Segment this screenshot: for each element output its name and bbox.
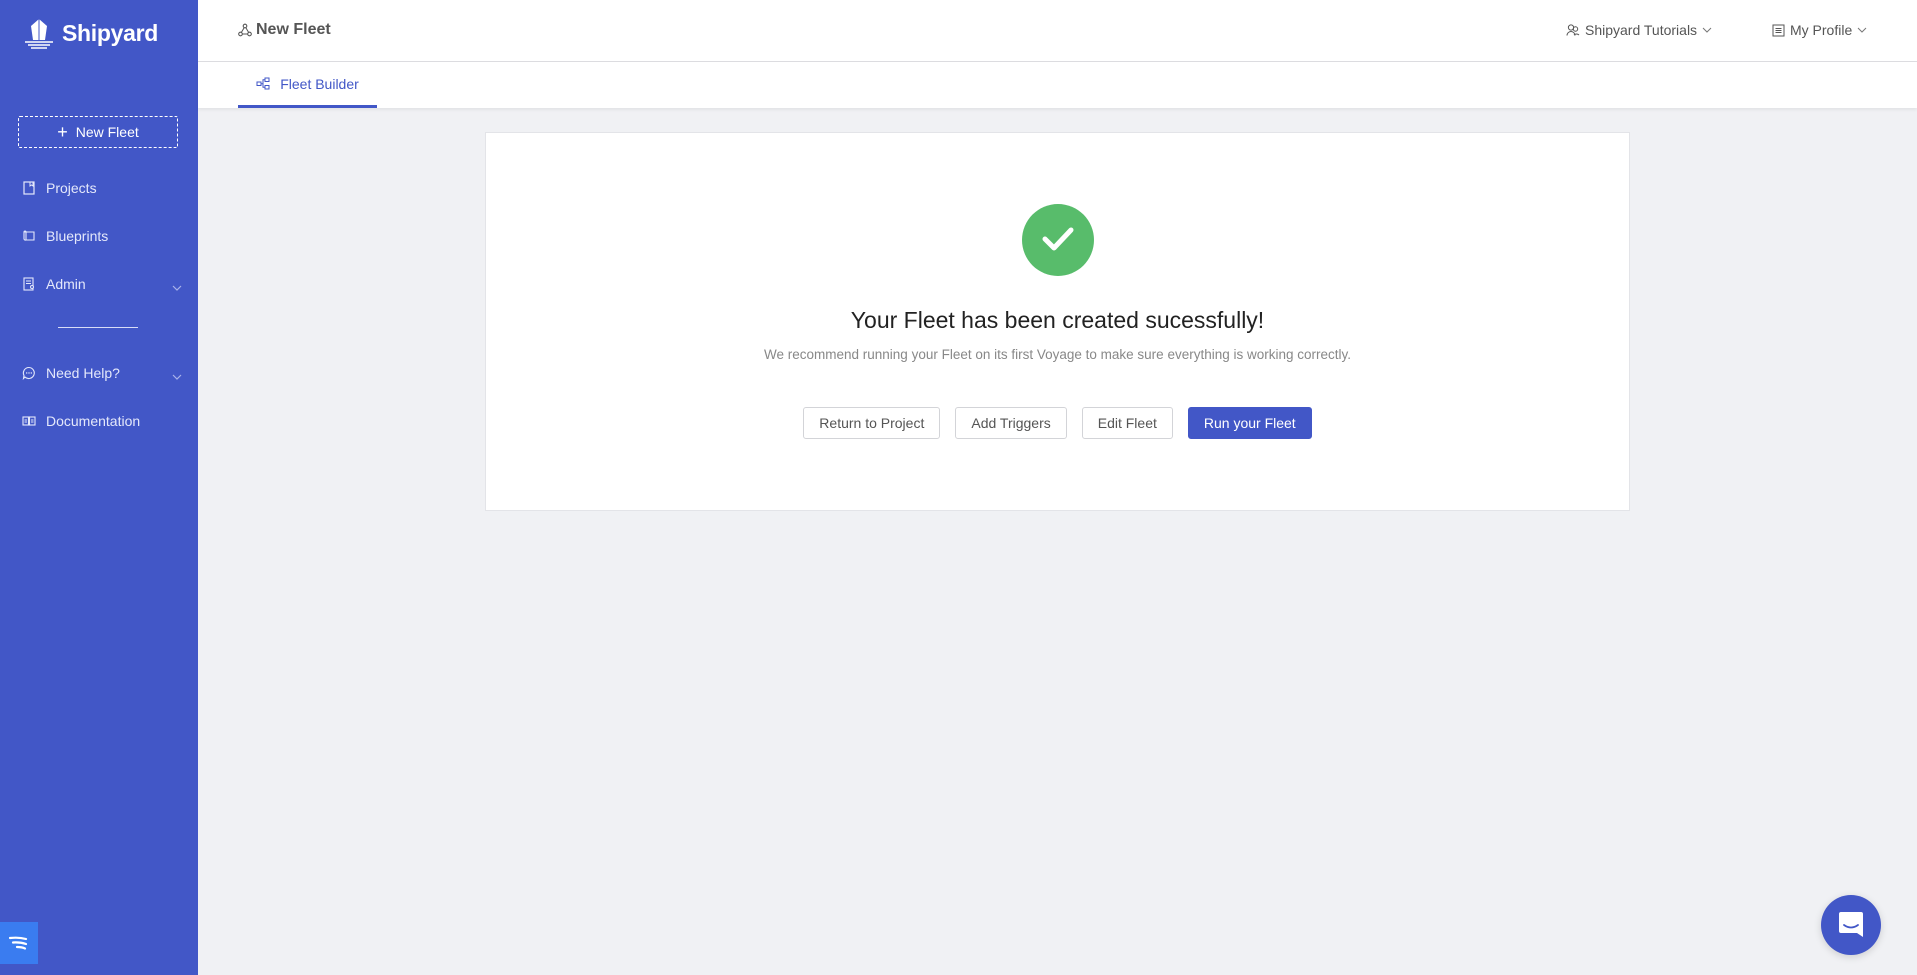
sidebar-item-projects[interactable]: Projects [22, 176, 182, 200]
org-menu[interactable]: Shipyard Tutorials [1566, 22, 1712, 38]
fleet-builder-icon [256, 77, 270, 90]
sidebar-item-label: Blueprints [46, 228, 109, 244]
profile-card-icon [1772, 24, 1785, 36]
widget-launcher-button[interactable] [0, 922, 38, 964]
profile-menu[interactable]: My Profile [1772, 22, 1867, 38]
shipyard-logo[interactable]: Shipyard [22, 16, 158, 50]
ship-icon [25, 19, 53, 49]
profile-menu-label: My Profile [1790, 22, 1853, 38]
chevron-down-icon [1857, 27, 1867, 33]
plus-icon: + [57, 122, 68, 142]
success-headline: Your Fleet has been created sucessfully! [850, 307, 1265, 333]
edit-fleet-button[interactable]: Edit Fleet [1081, 407, 1173, 439]
action-buttons: Return to Project Add Triggers Edit Flee… [486, 407, 1629, 439]
open-book-icon [22, 414, 36, 428]
sidebar-item-label: Projects [46, 180, 97, 196]
admin-icon [22, 277, 36, 291]
org-menu-label: Shipyard Tutorials [1585, 22, 1698, 38]
run-fleet-button[interactable]: Run your Fleet [1187, 407, 1312, 439]
users-icon [1566, 24, 1580, 36]
brand-name: Shipyard [62, 19, 159, 46]
sidebar-item-label: Admin [46, 276, 86, 292]
scroll-icon [22, 229, 36, 243]
page-title: New Fleet [238, 21, 331, 39]
chat-support-button[interactable] [1821, 895, 1881, 955]
sidebar-item-label: Documentation [46, 413, 141, 429]
chevron-down-icon [1702, 27, 1712, 33]
page-title-text: New Fleet [256, 21, 331, 38]
sidebar-item-label: Need Help? [46, 365, 120, 381]
sidebar-item-need-help[interactable]: Need Help? [22, 361, 182, 385]
wind-icon [9, 936, 28, 950]
book-icon [22, 181, 36, 195]
chat-icon [1839, 912, 1863, 937]
tab-fleet-builder[interactable]: Fleet Builder [238, 62, 377, 108]
success-card: Your Fleet has been created sucessfully!… [485, 132, 1630, 511]
chevron-down-icon [172, 367, 182, 383]
tab-bar: Fleet Builder [198, 62, 1917, 108]
success-subtext: We recommend running your Fleet on its f… [764, 347, 1351, 362]
sidebar-divider [58, 327, 138, 328]
new-fleet-button[interactable]: + New Fleet [18, 116, 178, 148]
return-to-project-button[interactable]: Return to Project [803, 407, 941, 439]
top-bar: New Fleet Shipyard Tutorials My Profile [198, 0, 1917, 62]
chevron-down-icon [172, 278, 182, 294]
add-triggers-button[interactable]: Add Triggers [955, 407, 1067, 439]
success-check-icon [1022, 204, 1094, 276]
sidebar: Shipyard + New Fleet Projects Blueprints… [0, 0, 198, 975]
sidebar-item-blueprints[interactable]: Blueprints [22, 224, 182, 248]
new-fleet-label: New Fleet [75, 124, 139, 140]
chat-bubble-icon [22, 366, 36, 380]
fleet-icon [238, 23, 252, 37]
tab-label: Fleet Builder [280, 75, 359, 92]
sidebar-item-documentation[interactable]: Documentation [22, 409, 182, 433]
sidebar-item-admin[interactable]: Admin [22, 272, 182, 296]
